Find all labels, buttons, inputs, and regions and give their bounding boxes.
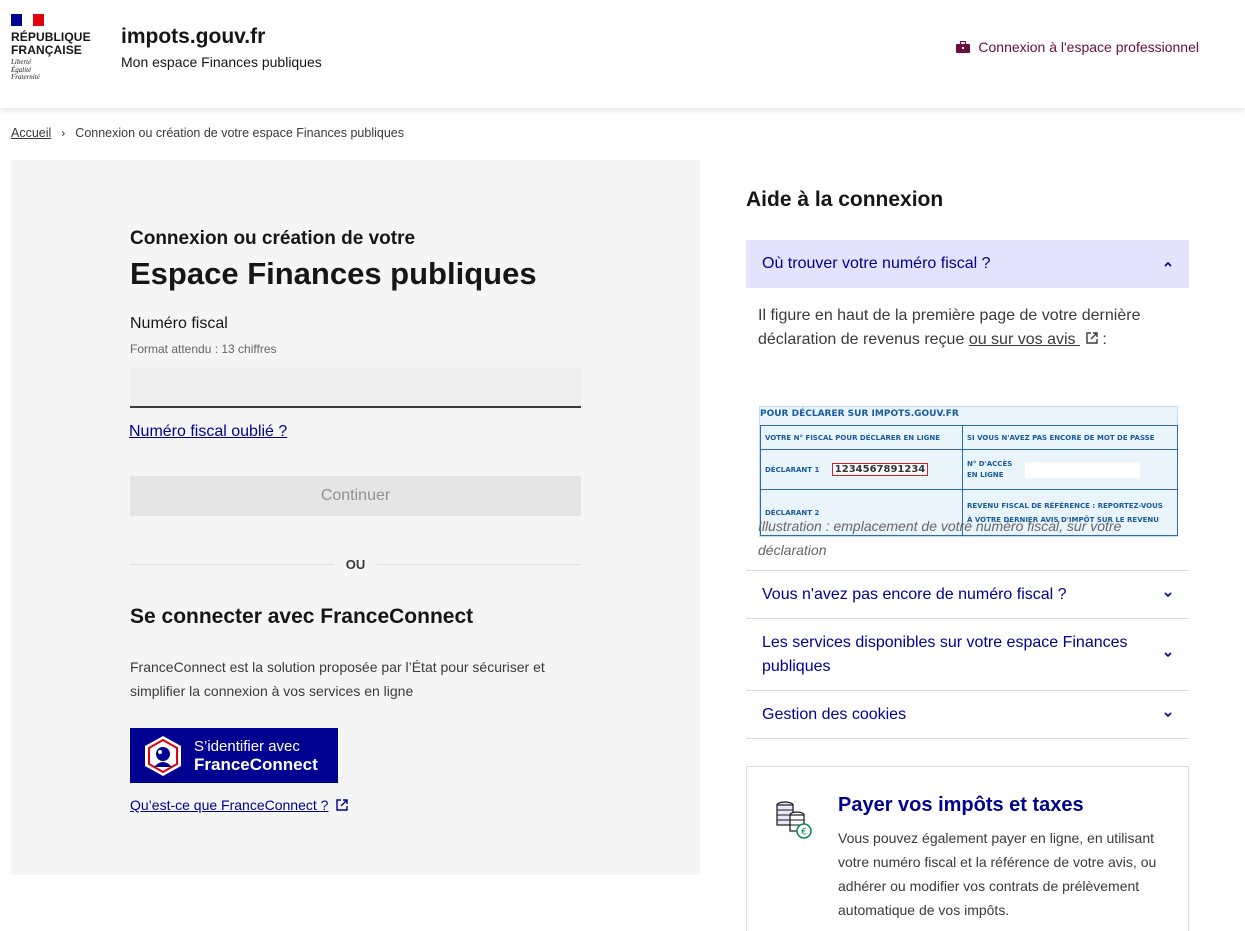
continue-button[interactable]: Continuer <box>130 476 581 516</box>
accordion-label: Vous n'avez pas encore de numéro fiscal … <box>762 585 1067 603</box>
what-is-franceconnect-label: Qu’est-ce que FranceConnect ? <box>130 797 329 813</box>
pay-taxes-card[interactable]: € Payer vos impôts et taxes Vous pouvez … <box>746 766 1189 931</box>
or-label: OU <box>345 557 366 572</box>
login-panel: Connexion ou création de votre Espace Fi… <box>11 160 700 875</box>
breadcrumb-current: Connexion ou création de votre espace Fi… <box>75 126 404 140</box>
illustration-caption: Illustration : emplacement de votre numé… <box>758 518 1122 558</box>
fiscal-number-hint: Format attendu : 13 chiffres <box>130 342 277 356</box>
accordion-available-services[interactable]: Les services disponibles sur votre espac… <box>746 619 1189 690</box>
franceconnect-button-line1: S’identifier avec <box>194 737 300 755</box>
table-row: DÉCLARANT 1 1234567891234 N° D'ACCÈS EN … <box>760 449 1178 490</box>
pay-taxes-title[interactable]: Payer vos impôts et taxes <box>838 794 1084 817</box>
site-subtitle: Mon espace Finances publiques <box>121 54 322 70</box>
republique-francaise-logo[interactable]: RÉPUBLIQUE FRANÇAISE Liberté Égalité Fra… <box>11 14 101 82</box>
franceconnect-description: FranceConnect est la solution proposée p… <box>130 659 545 699</box>
chevron-down-icon <box>1164 651 1172 657</box>
fiscal-number-input[interactable] <box>130 368 581 408</box>
page-title: Espace Finances publiques <box>130 256 537 291</box>
table-cell: SI VOUS N'AVEZ PAS ENCORE DE MOT DE PASS… <box>962 425 1178 450</box>
franceconnect-button-line2: FranceConnect <box>194 754 318 774</box>
accordion-body: Il figure en haut de la première page de… <box>758 304 1183 352</box>
motto: Liberté Égalité Fraternité <box>11 58 40 81</box>
accordion-cookies[interactable]: Gestion des cookies <box>746 691 1189 738</box>
divider <box>377 564 581 565</box>
accordion-header[interactable]: Où trouver votre numéro fiscal ? <box>746 240 1189 288</box>
declarant1-label: DÉCLARANT 1 <box>765 466 820 474</box>
what-is-franceconnect-link[interactable]: Qu’est-ce que FranceConnect ? <box>130 797 349 813</box>
login-pre-title: Connexion ou création de votre <box>130 228 416 249</box>
chevron-down-icon <box>1164 711 1172 717</box>
external-link-icon <box>1086 332 1098 344</box>
coins-icon: € <box>776 801 812 839</box>
franceconnect-logo-icon <box>145 735 181 776</box>
help-title: Aide à la connexion <box>746 188 944 211</box>
accordion-label: Où trouver votre numéro fiscal ? <box>762 255 991 272</box>
breadcrumb-home-link[interactable]: Accueil <box>11 126 51 140</box>
briefcase-icon <box>956 41 971 53</box>
divider <box>746 738 1189 739</box>
chevron-right-icon: › <box>61 126 66 140</box>
french-flag-icon <box>11 14 44 26</box>
table-cell: DÉCLARANT 1 1234567891234 <box>760 449 963 490</box>
accordion-body-end: : <box>1097 331 1107 348</box>
fiscal-number-example: 1234567891234 <box>831 463 929 476</box>
site-title[interactable]: impots.gouv.fr <box>121 25 265 49</box>
accordion-label: Gestion des cookies <box>762 705 907 723</box>
pro-space-link[interactable]: Connexion à l'espace professionnel <box>956 39 1199 55</box>
accordion-fiscal-number[interactable]: Où trouver votre numéro fiscal ? <box>746 240 1189 288</box>
illustration-header: POUR DÉCLARER SUR IMPOTS.GOUV.FR <box>760 409 959 419</box>
chevron-down-icon <box>1164 591 1172 597</box>
pro-space-link-label: Connexion à l'espace professionnel <box>978 39 1199 55</box>
access-number-label: N° D'ACCÈS EN LIGNE <box>967 459 1013 479</box>
table-cell: VOTRE N° FISCAL POUR DÉCLARER EN LIGNE <box>760 425 963 450</box>
republique-label: RÉPUBLIQUE FRANÇAISE <box>11 30 91 57</box>
svg-text:€: € <box>801 828 807 838</box>
external-link-icon <box>336 799 349 811</box>
accordion-label: Les services disponibles sur votre espac… <box>762 633 1128 675</box>
forgot-fiscal-number-link[interactable]: Numéro fiscal oublié ? <box>129 423 287 441</box>
or-separator: OU <box>130 557 581 572</box>
pay-taxes-description: Vous pouvez également payer en ligne, en… <box>838 830 1157 918</box>
chevron-up-icon <box>1164 261 1172 267</box>
franceconnect-title: Se connecter avec FranceConnect <box>130 605 474 628</box>
breadcrumb: Accueil › Connexion ou création de votre… <box>11 126 404 140</box>
fiscal-number-label: Numéro fiscal <box>130 315 228 332</box>
accordion-no-fiscal-number[interactable]: Vous n'avez pas encore de numéro fiscal … <box>746 571 1189 618</box>
table-row: VOTRE N° FISCAL POUR DÉCLARER EN LIGNE S… <box>760 425 1178 450</box>
table-cell: N° D'ACCÈS EN LIGNE <box>962 449 1178 490</box>
franceconnect-button[interactable]: S’identifier avec FranceConnect <box>130 728 338 783</box>
tax-notice-link-label: ou sur vos avis <box>968 331 1076 348</box>
site-header: RÉPUBLIQUE FRANÇAISE Liberté Égalité Fra… <box>0 0 1245 108</box>
franceconnect-button-text: S’identifier avec FranceConnect <box>194 738 318 774</box>
access-number-box <box>1024 461 1140 478</box>
tax-notice-link[interactable]: ou sur vos avis <box>969 331 1098 348</box>
divider <box>130 564 334 565</box>
